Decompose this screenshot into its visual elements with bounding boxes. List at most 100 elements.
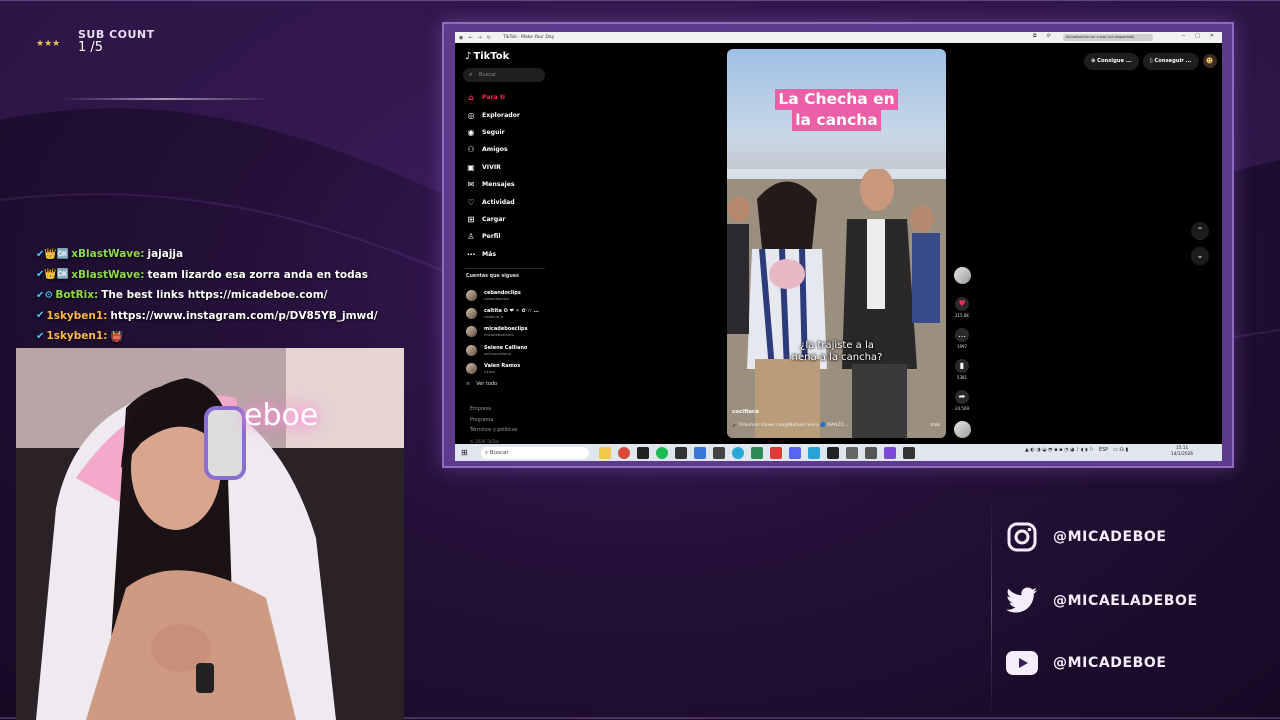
account-handle: cebandoclips	[484, 295, 509, 301]
compass-icon: ◎	[467, 110, 475, 120]
chat-username: 1skyben1:	[46, 330, 108, 343]
sidebar-item-para-ti[interactable]: ⌂ Para ti	[465, 89, 555, 106]
sidebar-item-label: Actividad	[482, 198, 515, 206]
following-account[interactable]: caltita ✪ ❤ ✧ ✿ ☆ … catalina_b	[466, 304, 556, 322]
chevron-up-icon[interactable]: ⌃	[1191, 222, 1209, 240]
video-subtitle: ¿la trajiste a la nena a la cancha?	[791, 340, 883, 363]
following-account[interactable]: Selene Calliano selenecalliano	[466, 341, 556, 359]
app-icon[interactable]	[865, 446, 877, 459]
sidebar-nav: ⌂ Para ti ◎ Explorador ◉ Seguir ⚇ Amigos ▣ VIVIR ✉…	[465, 89, 555, 263]
comment-button[interactable]: … 1997	[952, 328, 972, 349]
edge-icon[interactable]	[732, 446, 744, 459]
sidebar-item-seguir[interactable]: ◉ Seguir	[465, 124, 555, 141]
tiktok-logo[interactable]: ♪ TikTok	[465, 51, 509, 62]
comment-icon: …	[955, 328, 969, 342]
app-icon[interactable]	[751, 446, 763, 459]
divider	[991, 498, 992, 720]
chat-message: ✔ 1skyben1: 👹	[36, 326, 416, 347]
chat-overlay: ✔👑🆗 xBlastWave: jajajja ✔👑🆗 xBlastWave: team …	[36, 244, 416, 347]
app-icon[interactable]	[675, 446, 687, 459]
share-count: 24.509	[955, 406, 969, 411]
chat-badges-icon: ✔👑🆗	[36, 269, 70, 281]
like-button[interactable]: ♥ 215,6K	[952, 297, 972, 318]
language-indicator[interactable]: ESP	[1099, 447, 1108, 453]
browser-nav-icons[interactable]: ◉ ← → ↻	[459, 35, 491, 41]
chrome-icon[interactable]	[618, 446, 630, 459]
get-app-button[interactable]: ▯ Conseguir ...	[1142, 53, 1199, 70]
spotify-icon[interactable]	[656, 446, 668, 459]
discord-icon[interactable]	[789, 446, 801, 459]
taskbar-clock[interactable]: 15:11 14/1/2026	[1171, 446, 1193, 458]
chat-badges-icon: ✔	[36, 330, 45, 342]
chat-text: 👹	[110, 330, 124, 343]
footer-link-company[interactable]: Empresa	[470, 407, 550, 418]
sidebar-item-mensajes[interactable]: ✉ Mensajes	[465, 176, 555, 193]
list-icon: ≡	[466, 381, 471, 387]
messages-icon: ✉	[467, 180, 475, 190]
avatar	[953, 267, 971, 284]
obs-icon[interactable]	[903, 446, 915, 459]
search-input[interactable]: ⌕ Buscar	[463, 68, 545, 82]
update-notice[interactable]: Actualización en curso (no disponible)	[1063, 34, 1153, 41]
app-icon[interactable]	[713, 446, 725, 459]
chat-username: xBlastWave:	[71, 248, 145, 261]
video-player[interactable]: La Checha en la cancha ¿la trajiste a la…	[727, 49, 946, 438]
like-count: 215,6K	[954, 313, 970, 318]
sidebar-item-cargar[interactable]: ⊞ Cargar	[465, 211, 555, 228]
youtube-handle: @MICADEBOE	[1053, 655, 1167, 671]
taskbar-search[interactable]: ⌕ Buscar	[481, 446, 589, 459]
get-coins-button[interactable]: ⊕ Consigue ...	[1084, 53, 1139, 70]
app-icon[interactable]	[827, 446, 839, 459]
sidebar-item-label: Para ti	[482, 94, 506, 102]
upload-icon: ⊞	[467, 214, 475, 224]
sidebar-item-m-s[interactable]: ⋯ Más	[465, 246, 555, 263]
browser-tab-title[interactable]: TikTok · Make Your Day	[503, 35, 554, 40]
video-author[interactable]: cocifiace	[732, 409, 759, 415]
video-description[interactable]: 🎤 Próximos shows con@Nahuel Iveira 🔵 MAN…	[732, 423, 848, 428]
browser-toolbar-icons[interactable]: ⧉ ⟳	[1033, 33, 1051, 39]
comment-count: 1997	[956, 344, 968, 349]
file-explorer-icon[interactable]	[599, 446, 611, 459]
sidebar-item-amigos[interactable]: ⚇ Amigos	[465, 141, 555, 158]
following-account[interactable]: Valen Ramos v4lxlx	[466, 359, 556, 377]
chevron-down-icon[interactable]: ⌄	[1191, 247, 1209, 265]
chat-username: 1skyben1:	[46, 309, 108, 322]
app-icon[interactable]	[694, 446, 706, 459]
telegram-icon[interactable]	[808, 446, 820, 459]
sidebar-item-actividad[interactable]: ♡ Actividad	[465, 193, 555, 210]
app-icon[interactable]	[637, 446, 649, 459]
share-button[interactable]: ➦ 24.509	[952, 390, 972, 411]
sidebar-item-label: Explorador	[482, 111, 520, 119]
windows-start-icon[interactable]: ⊞	[461, 448, 473, 457]
chat-badges-icon: ✔⚙	[36, 289, 54, 301]
following-account[interactable]: micadeboeclips micadeboeclips	[466, 323, 556, 341]
tiktok-note-icon: ♪	[465, 51, 472, 62]
youtube-icon	[1006, 647, 1038, 679]
divider	[60, 98, 270, 100]
sidebar-item-explorador[interactable]: ◎ Explorador	[465, 106, 555, 123]
window-controls[interactable]: ─ □ ✕	[1182, 33, 1214, 39]
video-frame-image	[727, 169, 946, 438]
see-all-link[interactable]: ≡ Ver todo	[466, 381, 497, 387]
sidebar-item-label: Cargar	[482, 215, 506, 223]
sidebar-item-perfil[interactable]: ♙ Perfil	[465, 228, 555, 245]
caption-line-2: la cancha	[792, 110, 881, 131]
following-title: Cuentas que sigues	[466, 274, 519, 279]
sidebar-item-label: VIVIR	[482, 163, 501, 171]
following-account[interactable]: cebandoclips cebandoclips	[466, 286, 556, 304]
app-icon[interactable]	[846, 446, 858, 459]
footer-link-program[interactable]: Programa	[470, 418, 550, 429]
more-link[interactable]: más	[931, 423, 941, 428]
system-tray[interactable]: ▲ ◐ ◑ ◒ ◓ ▪ ▪ ◔ ◕ ♪ ◖ ◗ ⚐ ESP ▭ ☊ ▮	[1025, 447, 1128, 453]
sidebar-item-vivir[interactable]: ▣ VIVIR	[465, 159, 555, 176]
live-icon: ▣	[467, 162, 475, 172]
author-avatar-button[interactable]	[952, 267, 972, 284]
neon-sign: eboe	[244, 398, 319, 433]
app-icon[interactable]	[770, 446, 782, 459]
footer-link-terms[interactable]: Términos y políticas	[470, 428, 550, 439]
save-button[interactable]: ▮ 5381	[952, 359, 972, 380]
music-disc-button[interactable]	[952, 421, 972, 438]
avatar	[466, 362, 477, 374]
user-avatar[interactable]: ☻	[1202, 54, 1217, 68]
app-icon[interactable]	[884, 446, 896, 459]
